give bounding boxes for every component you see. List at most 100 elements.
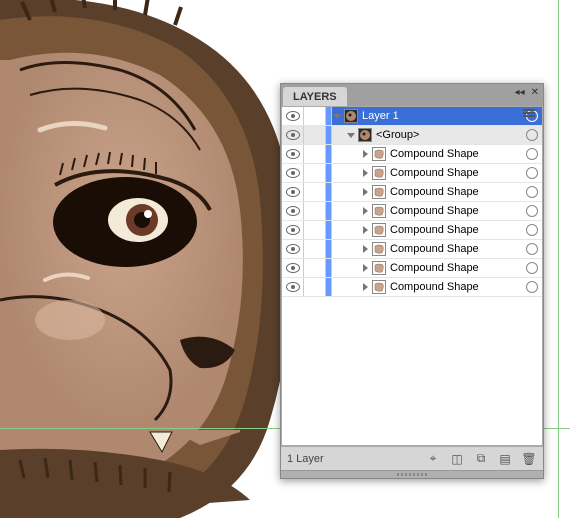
lock-toggle[interactable] (304, 145, 326, 163)
lock-toggle[interactable] (304, 107, 326, 125)
layer-tree-item[interactable]: Compound Shape (332, 240, 542, 258)
lock-toggle[interactable] (304, 126, 326, 144)
layer-thumbnail (372, 204, 386, 218)
layer-name-label: Compound Shape (390, 262, 524, 274)
layer-thumbnail (372, 261, 386, 275)
disclosure-triangle-icon[interactable] (360, 187, 370, 197)
eye-icon (286, 206, 300, 216)
visibility-toggle[interactable] (282, 183, 304, 201)
target-icon[interactable] (526, 129, 538, 141)
target-icon[interactable] (526, 243, 538, 255)
layer-thumbnail (358, 128, 372, 142)
layer-thumbnail (372, 166, 386, 180)
layer-row[interactable]: Compound Shape (282, 202, 542, 221)
layer-name-label: Compound Shape (390, 224, 524, 236)
panel-resize-handle[interactable] (281, 470, 543, 478)
disclosure-triangle-icon[interactable] (360, 225, 370, 235)
target-icon[interactable] (526, 186, 538, 198)
panel-status-bar: 1 Layer ⌖ ◫ ⧉ ▤ 🗑 (281, 446, 543, 470)
lock-toggle[interactable] (304, 183, 326, 201)
layer-tree-item[interactable]: Compound Shape (332, 278, 542, 296)
disclosure-triangle-icon[interactable] (360, 168, 370, 178)
visibility-toggle[interactable] (282, 202, 304, 220)
layer-name-label: Compound Shape (390, 186, 524, 198)
layer-row[interactable]: Layer 1 (282, 107, 542, 126)
eye-icon (286, 168, 300, 178)
layer-name-label: Compound Shape (390, 205, 524, 217)
disclosure-triangle-icon[interactable] (360, 282, 370, 292)
layer-name-label: Compound Shape (390, 148, 524, 160)
disclosure-triangle-icon[interactable] (360, 149, 370, 159)
layer-tree-item[interactable]: <Group> (332, 126, 542, 144)
lock-toggle[interactable] (304, 259, 326, 277)
layer-row[interactable]: Compound Shape (282, 240, 542, 259)
layer-tree-item[interactable]: Compound Shape (332, 221, 542, 239)
target-icon[interactable] (526, 167, 538, 179)
visibility-toggle[interactable] (282, 107, 304, 125)
visibility-toggle[interactable] (282, 145, 304, 163)
eye-icon (286, 282, 300, 292)
new-sublayer-icon[interactable]: ⧉ (473, 451, 489, 467)
disclosure-triangle-icon[interactable] (332, 111, 342, 121)
lock-toggle[interactable] (304, 221, 326, 239)
layer-row[interactable]: Compound Shape (282, 259, 542, 278)
layer-row[interactable]: Compound Shape (282, 145, 542, 164)
layer-count-label: 1 Layer (287, 453, 425, 465)
layer-tree-item[interactable]: Compound Shape (332, 145, 542, 163)
eye-icon (286, 187, 300, 197)
target-icon[interactable] (526, 262, 538, 274)
disclosure-triangle-icon[interactable] (360, 263, 370, 273)
delete-layer-icon[interactable]: 🗑 (521, 451, 537, 467)
eye-icon (286, 225, 300, 235)
layer-thumbnail (372, 147, 386, 161)
layer-tree-item[interactable]: Compound Shape (332, 164, 542, 182)
target-icon[interactable] (526, 281, 538, 293)
visibility-toggle[interactable] (282, 126, 304, 144)
layer-thumbnail (344, 109, 358, 123)
lock-toggle[interactable] (304, 164, 326, 182)
panel-menu-icon[interactable] (523, 109, 537, 121)
vertical-guide (558, 0, 559, 518)
disclosure-triangle-icon[interactable] (346, 130, 356, 140)
layer-tree-item[interactable]: Compound Shape (332, 202, 542, 220)
close-icon[interactable]: ✕ (531, 87, 539, 98)
layer-name-label: Layer 1 (362, 110, 524, 122)
collapse-icon[interactable]: ◂◂ (515, 87, 525, 98)
eye-icon (286, 111, 300, 121)
layer-row[interactable]: Compound Shape (282, 278, 542, 297)
disclosure-triangle-icon[interactable] (360, 244, 370, 254)
make-clipping-mask-icon[interactable]: ◫ (449, 451, 465, 467)
disclosure-triangle-icon[interactable] (360, 206, 370, 216)
target-icon[interactable] (526, 148, 538, 160)
target-icon[interactable] (526, 224, 538, 236)
layer-row[interactable]: Compound Shape (282, 183, 542, 202)
layer-name-label: <Group> (376, 129, 524, 141)
visibility-toggle[interactable] (282, 221, 304, 239)
visibility-toggle[interactable] (282, 278, 304, 296)
layer-thumbnail (372, 280, 386, 294)
layer-row[interactable]: Compound Shape (282, 221, 542, 240)
eye-icon (286, 149, 300, 159)
layer-tree-item[interactable]: Layer 1 (332, 107, 542, 125)
visibility-toggle[interactable] (282, 164, 304, 182)
lock-toggle[interactable] (304, 240, 326, 258)
lock-toggle[interactable] (304, 202, 326, 220)
layers-panel: LAYERS ◂◂ ✕ Layer 1 <Group> Compound Shape… (280, 83, 544, 479)
layer-row[interactable]: Compound Shape (282, 164, 542, 183)
layer-tree-item[interactable]: Compound Shape (332, 183, 542, 201)
target-icon[interactable] (526, 205, 538, 217)
eye-icon (286, 244, 300, 254)
layers-tab[interactable]: LAYERS (283, 87, 347, 106)
layer-name-label: Compound Shape (390, 243, 524, 255)
locate-object-icon[interactable]: ⌖ (425, 451, 441, 467)
layer-row[interactable]: <Group> (282, 126, 542, 145)
panel-tabbar: LAYERS ◂◂ ✕ (281, 84, 543, 106)
layer-list[interactable]: Layer 1 <Group> Compound Shape Compound Sha… (281, 106, 543, 446)
layer-thumbnail (372, 185, 386, 199)
layer-tree-item[interactable]: Compound Shape (332, 259, 542, 277)
lock-toggle[interactable] (304, 278, 326, 296)
layer-name-label: Compound Shape (390, 167, 524, 179)
visibility-toggle[interactable] (282, 259, 304, 277)
new-layer-icon[interactable]: ▤ (497, 451, 513, 467)
visibility-toggle[interactable] (282, 240, 304, 258)
